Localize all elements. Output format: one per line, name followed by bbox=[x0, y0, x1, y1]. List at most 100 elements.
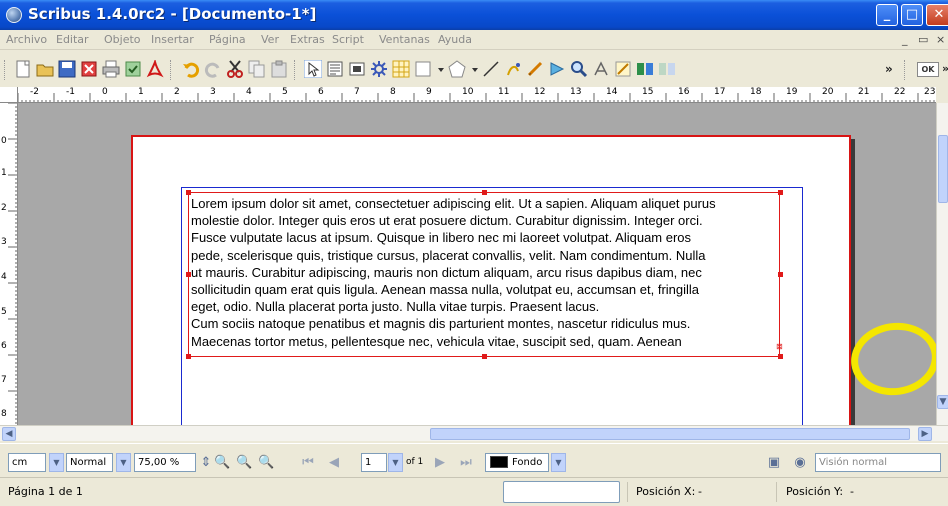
unlink-frames-icon[interactable] bbox=[658, 60, 676, 78]
new-document-icon[interactable] bbox=[14, 60, 32, 78]
preview-mode-icon[interactable]: ▣ bbox=[766, 455, 782, 471]
zoom-field[interactable]: 75,00 % bbox=[134, 453, 196, 472]
close-document-icon[interactable] bbox=[80, 60, 98, 78]
bezier-icon[interactable] bbox=[504, 60, 522, 78]
open-folder-icon[interactable] bbox=[36, 60, 54, 78]
ruler-label: 23 bbox=[924, 87, 936, 97]
scroll-left-arrow-icon[interactable]: ◀ bbox=[2, 427, 16, 441]
view-mode-select[interactable]: Normal bbox=[66, 453, 113, 472]
menu-ventanas[interactable]: Ventanas bbox=[379, 33, 430, 46]
ruler-label: 12 bbox=[534, 87, 546, 97]
table-icon[interactable] bbox=[392, 60, 410, 78]
unit-select[interactable]: cm bbox=[8, 453, 46, 472]
ruler-label: 2 bbox=[174, 87, 180, 97]
edit-text-icon[interactable] bbox=[592, 60, 610, 78]
resize-handle[interactable] bbox=[186, 272, 191, 277]
menu-insertar[interactable]: Insertar bbox=[151, 33, 194, 46]
menu-pagina[interactable]: Página bbox=[209, 33, 246, 46]
title-bar: Scribus 1.4.0rc2 - [Documento-1*] _ □ ✕ bbox=[0, 0, 948, 30]
redo-icon[interactable] bbox=[204, 60, 222, 78]
doc-minimize-button[interactable]: _ bbox=[902, 33, 908, 46]
page-dropdown-icon[interactable]: ▼ bbox=[388, 453, 403, 472]
pdf-tools-button[interactable]: OK bbox=[917, 62, 939, 77]
rotate-icon[interactable] bbox=[548, 60, 566, 78]
shape-icon[interactable] bbox=[414, 60, 432, 78]
text-frame-content[interactable]: Lorem ipsum dolor sit amet, consectetuer… bbox=[191, 195, 779, 350]
resize-handle[interactable] bbox=[778, 190, 783, 195]
resize-handle[interactable] bbox=[482, 190, 487, 195]
vertical-scroll-thumb[interactable] bbox=[938, 135, 948, 203]
ruler-label: 5 bbox=[1, 307, 7, 317]
image-frame-icon[interactable] bbox=[348, 60, 366, 78]
polygon-icon[interactable] bbox=[448, 60, 466, 78]
zoom-tool-icon[interactable] bbox=[570, 60, 588, 78]
first-page-icon[interactable]: ⏮ bbox=[300, 455, 316, 471]
ruler-label: 5 bbox=[282, 87, 288, 97]
link-frames-icon[interactable] bbox=[636, 60, 654, 78]
menu-extras[interactable]: Extras bbox=[290, 33, 325, 46]
zoom-out-icon[interactable]: 🔍 bbox=[214, 455, 230, 471]
ruler-label: -1 bbox=[66, 87, 75, 97]
cut-icon[interactable] bbox=[226, 60, 244, 78]
line-icon[interactable] bbox=[482, 60, 500, 78]
menu-objeto[interactable]: Objeto bbox=[104, 33, 141, 46]
doc-restore-button[interactable]: ▭ bbox=[918, 33, 928, 46]
menu-ayuda[interactable]: Ayuda bbox=[438, 33, 472, 46]
zoom-in-icon[interactable]: 🔍 bbox=[258, 455, 274, 471]
select-tool-icon[interactable] bbox=[304, 60, 322, 78]
zoom-100-icon[interactable]: 🔍 bbox=[236, 455, 252, 471]
menu-script[interactable]: Script bbox=[332, 33, 364, 46]
unit-dropdown-icon[interactable]: ▼ bbox=[49, 453, 64, 472]
ruler-label: 19 bbox=[786, 87, 798, 97]
menu-editar[interactable]: Editar bbox=[56, 33, 89, 46]
copy-icon[interactable] bbox=[248, 60, 266, 78]
export-pdf-icon[interactable] bbox=[146, 60, 164, 78]
resize-handle[interactable] bbox=[482, 354, 487, 359]
ruler-label: 6 bbox=[1, 341, 7, 351]
resize-handle[interactable] bbox=[186, 354, 191, 359]
ruler-label: 7 bbox=[1, 375, 7, 385]
render-frame-icon[interactable] bbox=[370, 60, 388, 78]
resize-handle[interactable] bbox=[778, 272, 783, 277]
display-mode-select[interactable]: Visión normal bbox=[815, 453, 941, 472]
view-mode-dropdown-icon[interactable]: ▼ bbox=[116, 453, 131, 472]
last-page-icon[interactable]: ⏭ bbox=[458, 455, 474, 471]
horizontal-scroll-thumb[interactable] bbox=[430, 428, 910, 440]
story-editor-icon[interactable] bbox=[614, 60, 632, 78]
menu-archivo[interactable]: Archivo bbox=[6, 33, 47, 46]
horizontal-ruler[interactable]: -2 -1 0 1 2 3 4 5 6 7 8 9 10 11 12 13 14… bbox=[18, 87, 936, 103]
doc-close-button[interactable]: × bbox=[936, 33, 945, 46]
undo-icon[interactable] bbox=[182, 60, 200, 78]
horizontal-scrollbar[interactable]: ◀ ▶ bbox=[0, 425, 948, 441]
vertical-scrollbar[interactable]: ▼ bbox=[936, 103, 948, 425]
ruler-label: 9 bbox=[426, 87, 432, 97]
close-button[interactable]: ✕ bbox=[926, 4, 948, 26]
vertical-ruler[interactable]: 0 1 2 3 4 5 6 7 8 bbox=[0, 103, 18, 425]
resize-handle[interactable] bbox=[186, 190, 191, 195]
zoom-spinner-icon[interactable]: ⇕ bbox=[198, 455, 214, 471]
scroll-right-arrow-icon[interactable]: ▶ bbox=[918, 427, 932, 441]
preflight-icon[interactable] bbox=[124, 60, 142, 78]
maximize-button[interactable]: □ bbox=[901, 4, 923, 26]
page-number-field[interactable]: 1 bbox=[361, 453, 387, 472]
layer-dropdown-icon[interactable]: ▼ bbox=[551, 453, 566, 472]
freehand-icon[interactable] bbox=[526, 60, 544, 78]
text-overflow-icon[interactable]: ⊠ bbox=[776, 343, 784, 351]
text-frame-icon[interactable] bbox=[326, 60, 344, 78]
toolbar-overflow-button[interactable]: » bbox=[885, 62, 893, 76]
visual-appearance-icon[interactable]: ◉ bbox=[792, 455, 808, 471]
previous-page-icon[interactable]: ◀ bbox=[326, 455, 342, 471]
document-canvas[interactable]: Lorem ipsum dolor sit amet, consectetuer… bbox=[18, 103, 936, 425]
print-icon[interactable] bbox=[102, 60, 120, 78]
minimize-button[interactable]: _ bbox=[876, 4, 898, 26]
paste-icon[interactable] bbox=[270, 60, 288, 78]
save-icon[interactable] bbox=[58, 60, 76, 78]
next-page-icon[interactable]: ▶ bbox=[432, 455, 448, 471]
scroll-down-arrow-icon[interactable]: ▼ bbox=[937, 395, 948, 409]
text-frame[interactable]: Lorem ipsum dolor sit amet, consectetuer… bbox=[186, 190, 783, 359]
toolbar-overflow-right[interactable]: » bbox=[942, 62, 948, 75]
menu-ver[interactable]: Ver bbox=[261, 33, 279, 46]
ruler-corner[interactable] bbox=[0, 87, 18, 103]
document-page[interactable]: Lorem ipsum dolor sit amet, consectetuer… bbox=[131, 135, 936, 425]
resize-handle[interactable] bbox=[778, 354, 783, 359]
